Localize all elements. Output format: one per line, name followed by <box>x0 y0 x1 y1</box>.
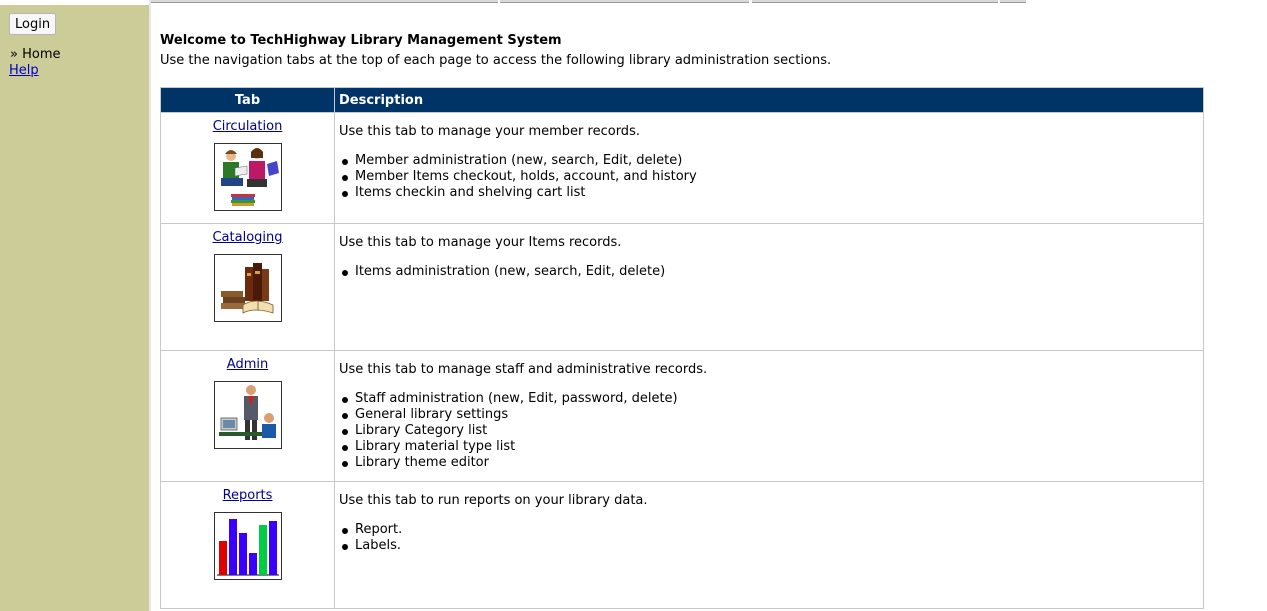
column-header-tab: Tab <box>160 87 335 113</box>
tab-cell: Admin <box>160 350 335 482</box>
reports-link[interactable]: Reports <box>223 488 273 504</box>
table-header-row: Tab Description <box>160 87 1204 113</box>
row-description: Use this tab to manage your Items record… <box>339 235 622 250</box>
list-item: Member Items checkout, holds, account, a… <box>342 169 1199 185</box>
tab-cell: Reports <box>160 481 335 609</box>
list-item: Library Category list <box>342 423 1199 439</box>
nav-home: » Home <box>10 47 61 62</box>
feature-list: Member administration (new, search, Edit… <box>339 153 1199 201</box>
description-cell: Use this tab to manage your member recor… <box>334 112 1204 224</box>
page-title: Welcome to TechHighway Library Managemen… <box>160 33 562 48</box>
table-row-circulation: Circulation Use this tab to manage your … <box>160 112 1204 224</box>
reports-bar-chart-icon[interactable] <box>213 512 282 580</box>
intro-text: Use the navigation tabs at the top of ea… <box>160 53 832 68</box>
main-content: Welcome to TechHighway Library Managemen… <box>160 33 1204 609</box>
table-row-reports: Reports Use this tab to run reports on y… <box>160 481 1204 609</box>
row-description: Use this tab to manage staff and adminis… <box>339 362 708 377</box>
tab-cell: Cataloging <box>160 223 335 351</box>
list-item: Library theme editor <box>342 455 1199 471</box>
cataloging-link[interactable]: Cataloging <box>212 230 282 246</box>
list-item: Staff administration (new, Edit, passwor… <box>342 391 1199 407</box>
feature-list: Report. Labels. <box>339 522 1199 554</box>
sidebar-divider <box>149 0 151 611</box>
description-cell: Use this tab to manage staff and adminis… <box>334 350 1204 482</box>
list-item: Items administration (new, search, Edit,… <box>342 264 1199 280</box>
admin-link[interactable]: Admin <box>227 357 268 373</box>
cataloging-books-icon[interactable] <box>213 254 282 322</box>
description-cell: Use this tab to manage your Items record… <box>334 223 1204 351</box>
feature-list: Items administration (new, search, Edit,… <box>339 264 1199 280</box>
list-item: Items checkin and shelving cart list <box>342 185 1199 201</box>
sections-table: Tab Description Circulation Use this tab… <box>160 87 1204 609</box>
list-item: Report. <box>342 522 1199 538</box>
list-item: General library settings <box>342 407 1199 423</box>
circulation-readers-icon[interactable] <box>213 143 282 211</box>
list-item: Member administration (new, search, Edit… <box>342 153 1199 169</box>
description-cell: Use this tab to run reports on your libr… <box>334 481 1204 609</box>
login-button[interactable]: Login <box>9 13 57 35</box>
table-row-admin: Admin Use this tab to manage staff and a… <box>160 350 1204 482</box>
nav-help-link[interactable]: Help <box>9 63 39 79</box>
admin-staff-icon[interactable] <box>213 381 282 449</box>
list-item: Labels. <box>342 538 1199 554</box>
circulation-link[interactable]: Circulation <box>213 119 283 135</box>
sidebar: Login » Home Help <box>0 5 149 611</box>
row-description: Use this tab to manage your member recor… <box>339 124 640 139</box>
browser-tab-strip <box>0 0 1267 3</box>
feature-list: Staff administration (new, Edit, passwor… <box>339 391 1199 471</box>
table-row-cataloging: Cataloging Use this tab to manage your I… <box>160 223 1204 351</box>
row-description: Use this tab to run reports on your libr… <box>339 493 648 508</box>
tab-cell: Circulation <box>160 112 335 224</box>
column-header-description: Description <box>334 87 1204 113</box>
list-item: Library material type list <box>342 439 1199 455</box>
